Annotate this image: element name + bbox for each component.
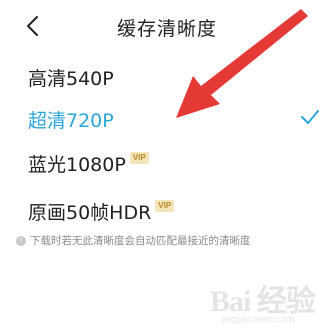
page-title: 缓存清晰度	[116, 18, 217, 40]
option-label: 高清540P	[28, 68, 114, 90]
note-text: 下载时若无此清晰度会自动匹配最接近的清晰度	[30, 235, 251, 247]
top-bar: 缓存清晰度	[0, 0, 334, 54]
checkmark-icon	[301, 110, 319, 124]
watermark-logo: Bai 经验 jingyan.baidu.com	[210, 272, 322, 330]
option-label: 超清720P	[28, 110, 114, 132]
option-hdr[interactable]: 原画50帧HDR VIP	[0, 190, 334, 230]
info-icon: !	[16, 235, 26, 246]
option-720p[interactable]: 超清720P	[0, 98, 334, 138]
option-label: 原画50帧HDR	[28, 202, 152, 224]
watermark-url: jingyan.baidu.com	[222, 314, 295, 324]
option-label: 蓝光1080P	[28, 154, 126, 176]
vip-badge: VIP	[155, 199, 175, 212]
resolution-note: ! 下载时若无此清晰度会自动匹配最接近的清晰度	[16, 233, 251, 248]
option-540p[interactable]: 高清540P	[0, 56, 334, 96]
vip-badge: VIP	[129, 151, 149, 164]
option-1080p[interactable]: 蓝光1080P VIP	[0, 142, 334, 182]
